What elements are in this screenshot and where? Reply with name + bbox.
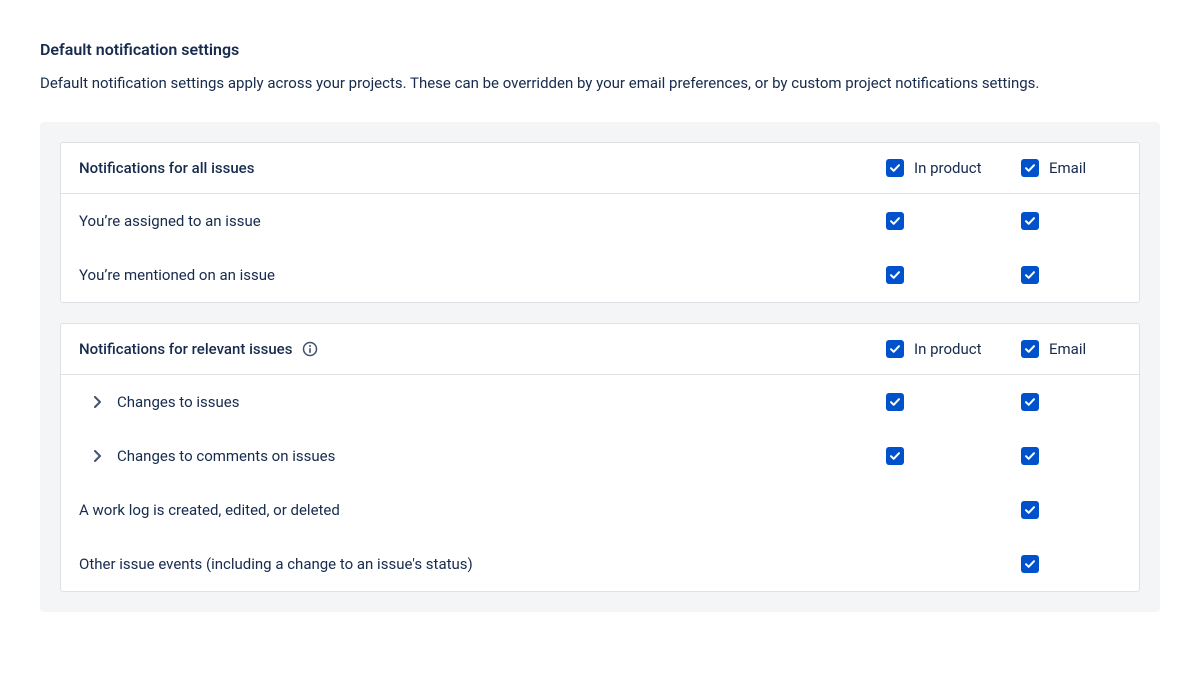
changes-issues-in-product-checkbox[interactable] <box>886 393 904 411</box>
info-icon[interactable] <box>302 341 318 357</box>
all-issues-header-in-product-checkbox[interactable] <box>886 159 904 177</box>
row-changes-comments-label: Changes to comments on issues <box>117 447 335 465</box>
column-label-in-product: In product <box>914 159 982 177</box>
column-label-email: Email <box>1049 159 1086 177</box>
group-all-issues-header: Notifications for all issues In product … <box>61 143 1139 194</box>
chevron-right-icon[interactable] <box>91 396 103 408</box>
group-relevant-issues-header: Notifications for relevant issues In pro… <box>61 324 1139 375</box>
row-assigned-label: You’re assigned to an issue <box>79 212 886 230</box>
row-changes-issues-label: Changes to issues <box>117 393 239 411</box>
row-other: Other issue events (including a change t… <box>61 537 1139 591</box>
page-description: Default notification settings apply acro… <box>40 73 1160 94</box>
row-worklog-label: A work log is created, edited, or delete… <box>79 501 886 519</box>
row-changes-comments: Changes to comments on issues <box>61 429 1139 483</box>
mentioned-email-checkbox[interactable] <box>1021 266 1039 284</box>
row-mentioned-label: You’re mentioned on an issue <box>79 266 886 284</box>
group-all-issues: Notifications for all issues In product … <box>60 142 1140 303</box>
group-relevant-issues: Notifications for relevant issues In pro… <box>60 323 1140 592</box>
row-worklog: A work log is created, edited, or delete… <box>61 483 1139 537</box>
relevant-header-in-product-checkbox[interactable] <box>886 340 904 358</box>
changes-issues-email-checkbox[interactable] <box>1021 393 1039 411</box>
chevron-right-icon[interactable] <box>91 450 103 462</box>
column-label-in-product: In product <box>914 340 982 358</box>
group-all-issues-title: Notifications for all issues <box>79 159 886 177</box>
relevant-header-email-checkbox[interactable] <box>1021 340 1039 358</box>
column-label-email: Email <box>1049 340 1086 358</box>
page-title: Default notification settings <box>40 40 1160 59</box>
row-mentioned: You’re mentioned on an issue <box>61 248 1139 302</box>
worklog-email-checkbox[interactable] <box>1021 501 1039 519</box>
other-email-checkbox[interactable] <box>1021 555 1039 573</box>
row-assigned: You’re assigned to an issue <box>61 194 1139 248</box>
changes-comments-email-checkbox[interactable] <box>1021 447 1039 465</box>
changes-comments-in-product-checkbox[interactable] <box>886 447 904 465</box>
mentioned-in-product-checkbox[interactable] <box>886 266 904 284</box>
settings-panel: Notifications for all issues In product … <box>40 122 1160 612</box>
row-changes-issues: Changes to issues <box>61 375 1139 429</box>
assigned-in-product-checkbox[interactable] <box>886 212 904 230</box>
group-relevant-issues-title: Notifications for relevant issues <box>79 340 292 358</box>
all-issues-header-email-checkbox[interactable] <box>1021 159 1039 177</box>
row-other-label: Other issue events (including a change t… <box>79 555 886 573</box>
assigned-email-checkbox[interactable] <box>1021 212 1039 230</box>
